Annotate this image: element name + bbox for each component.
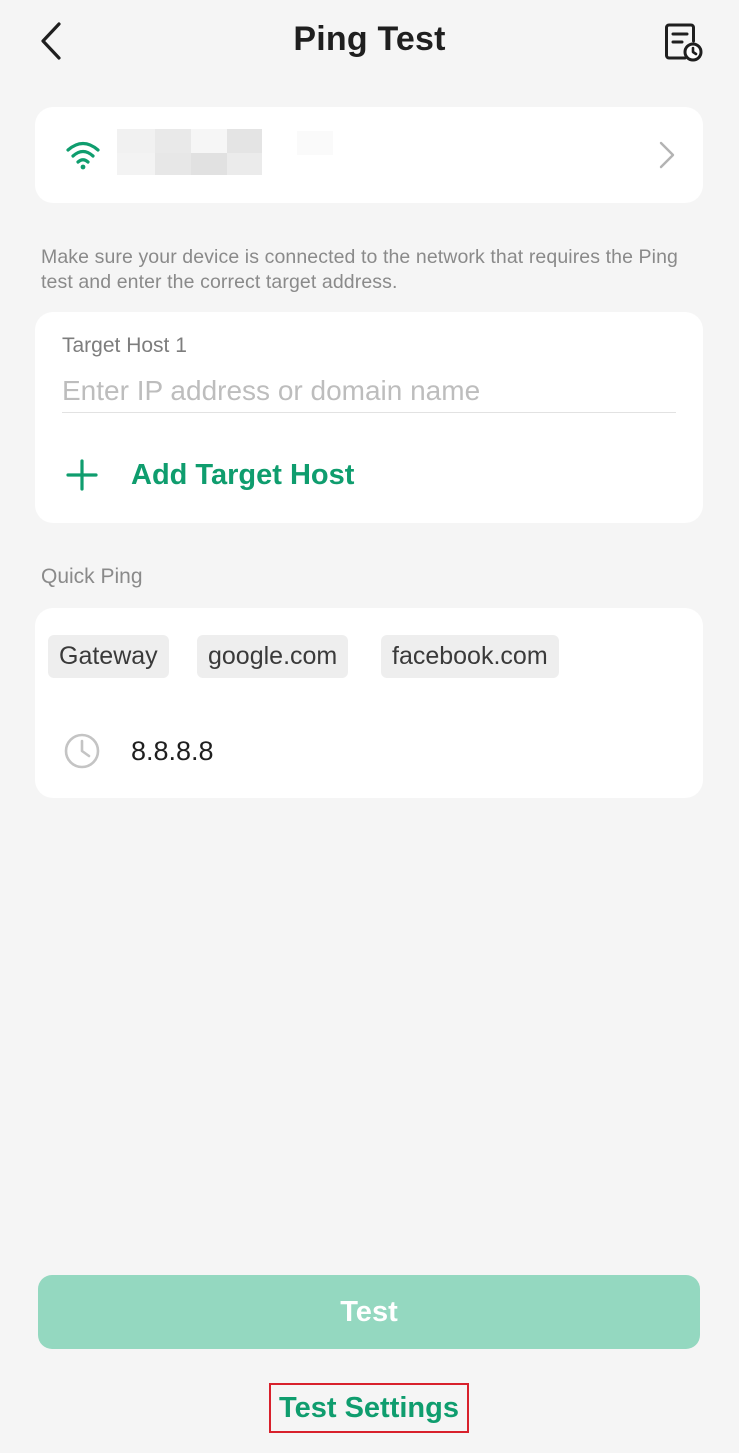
add-target-host-label: Add Target Host	[131, 458, 355, 491]
add-target-host-button[interactable]: Add Target Host	[62, 452, 354, 498]
quick-ping-history-item[interactable]: 8.8.8.8	[63, 732, 214, 770]
target-host-input[interactable]	[62, 370, 676, 413]
history-address: 8.8.8.8	[131, 735, 214, 766]
test-button[interactable]: Test	[38, 1275, 700, 1349]
instruction-text: Make sure your device is connected to th…	[41, 246, 678, 293]
target-host-label: Target Host 1	[62, 334, 187, 357]
wifi-icon	[66, 141, 100, 170]
clock-icon	[64, 733, 100, 769]
header: Ping Test	[0, 0, 739, 82]
quick-ping-chip-facebook[interactable]: facebook.com	[381, 635, 559, 678]
quick-ping-chip-gateway[interactable]: Gateway	[48, 635, 169, 678]
test-settings-link[interactable]: Test Settings	[269, 1383, 469, 1433]
target-host-card: Target Host 1 Add Target Host	[35, 312, 703, 523]
quick-ping-label: Quick Ping	[41, 565, 143, 588]
page-title: Ping Test	[293, 20, 446, 58]
quick-ping-card: Gateway google.com facebook.com 8.8.8.8	[35, 608, 703, 798]
chevron-right-icon	[659, 141, 675, 169]
network-name-redacted	[117, 129, 337, 179]
network-selector[interactable]	[35, 107, 703, 203]
test-history-button[interactable]	[658, 18, 708, 66]
plus-icon	[62, 455, 102, 495]
quick-ping-chip-google[interactable]: google.com	[197, 635, 349, 678]
test-history-icon	[665, 23, 703, 62]
